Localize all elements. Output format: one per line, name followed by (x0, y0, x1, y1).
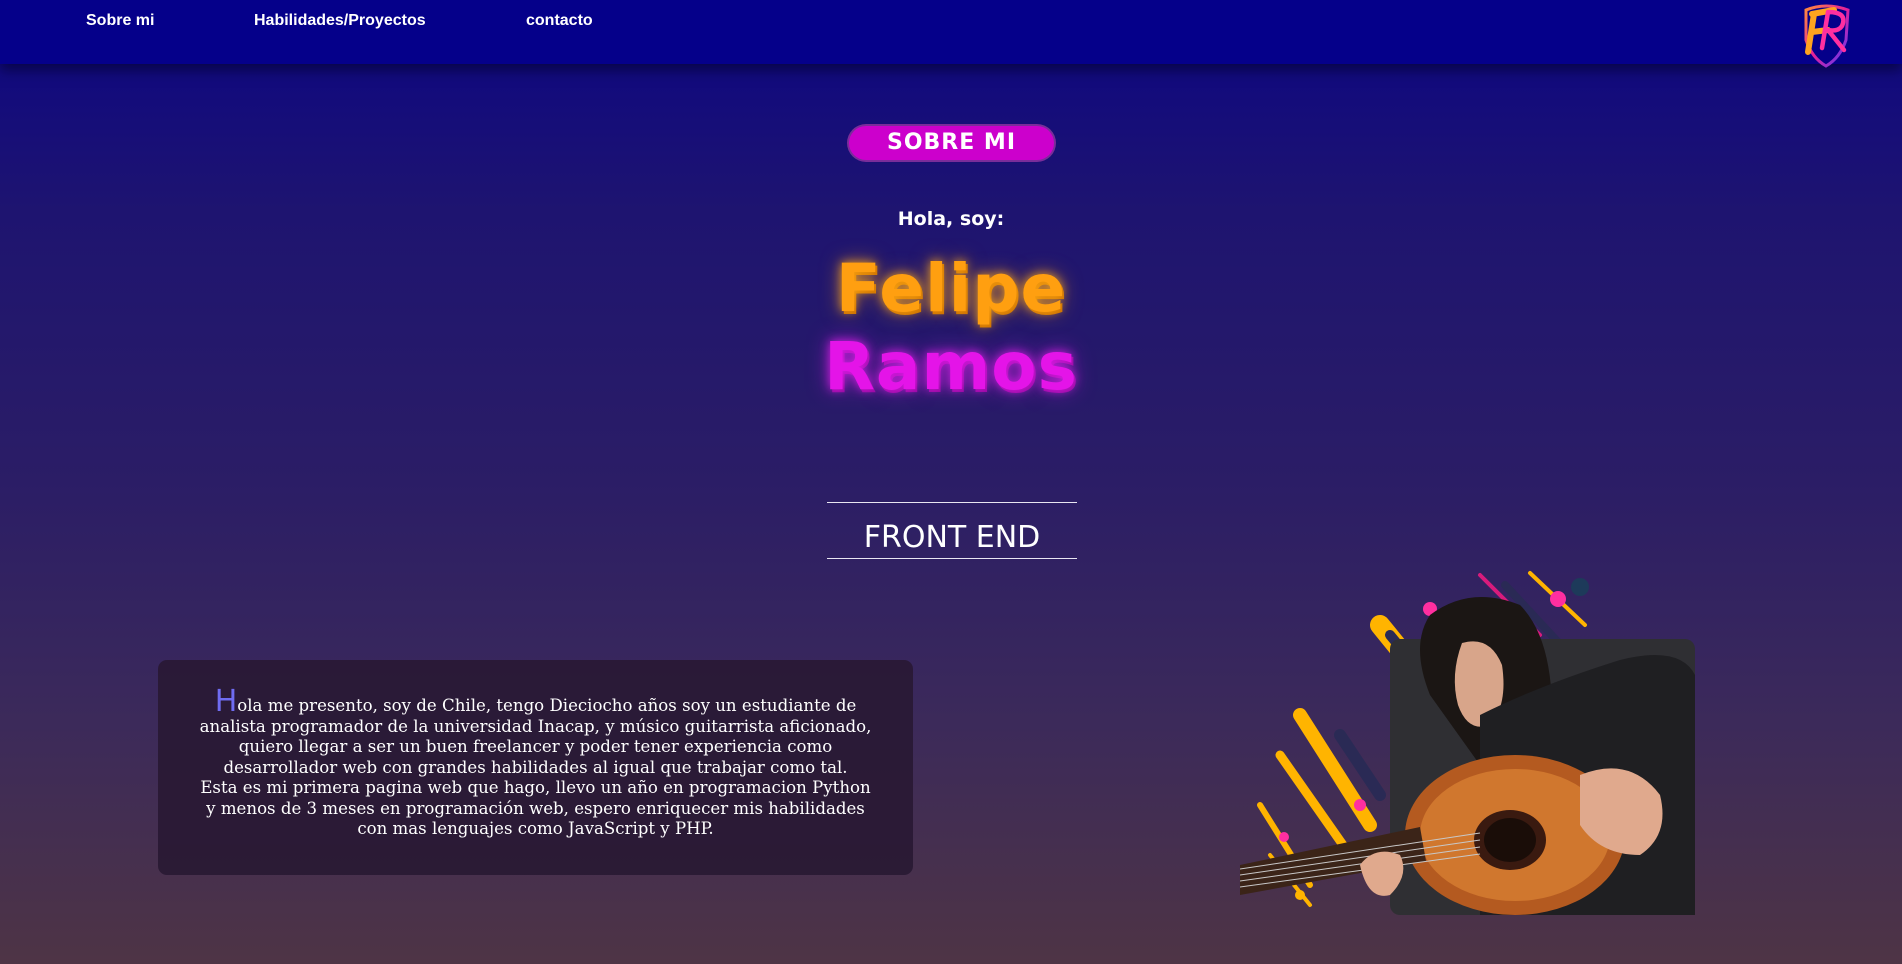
last-name-title: Ramos (824, 328, 1078, 405)
bio-card: Hola me presento, soy de Chile, tengo Di… (158, 660, 913, 875)
nav-link-sobre-mi[interactable]: Sobre mi (86, 12, 154, 30)
top-navbar: Sobre mi Habilidades/Proyectos contacto (0, 0, 1902, 68)
role-bottom-divider (827, 558, 1077, 559)
greeting-text: Hola, soy: (897, 208, 1005, 230)
bio-drop-initial: H (214, 684, 238, 719)
sobre-mi-badge: SOBRE MI (849, 126, 1054, 160)
bio-line: quiero llegar a ser un buen freelancer y… (238, 737, 833, 756)
role-top-divider (827, 502, 1077, 503)
fr-logo-icon[interactable] (1790, 0, 1862, 70)
bio-line: y menos de 3 meses en programación web, … (206, 798, 865, 818)
bio-line: con mas lenguajes como JavaScript y PHP. (357, 819, 714, 838)
nav-link-contacto[interactable]: contacto (526, 12, 593, 30)
bio-line: ola me presento, soy de Chile, tengo Die… (237, 696, 857, 715)
role-title: FRONT END (863, 520, 1041, 555)
guitarist-photo-illustration (1240, 571, 1695, 915)
bio-line: analista programador de la universidad I… (199, 716, 872, 736)
bio-line: desarrollador web con grandes habilidade… (223, 757, 848, 777)
first-name-title: Felipe (835, 250, 1067, 327)
bio-line: Esta es mi primera pagina web que hago, … (200, 778, 871, 797)
nav-link-habilidades-proyectos[interactable]: Habilidades/Proyectos (254, 12, 426, 30)
